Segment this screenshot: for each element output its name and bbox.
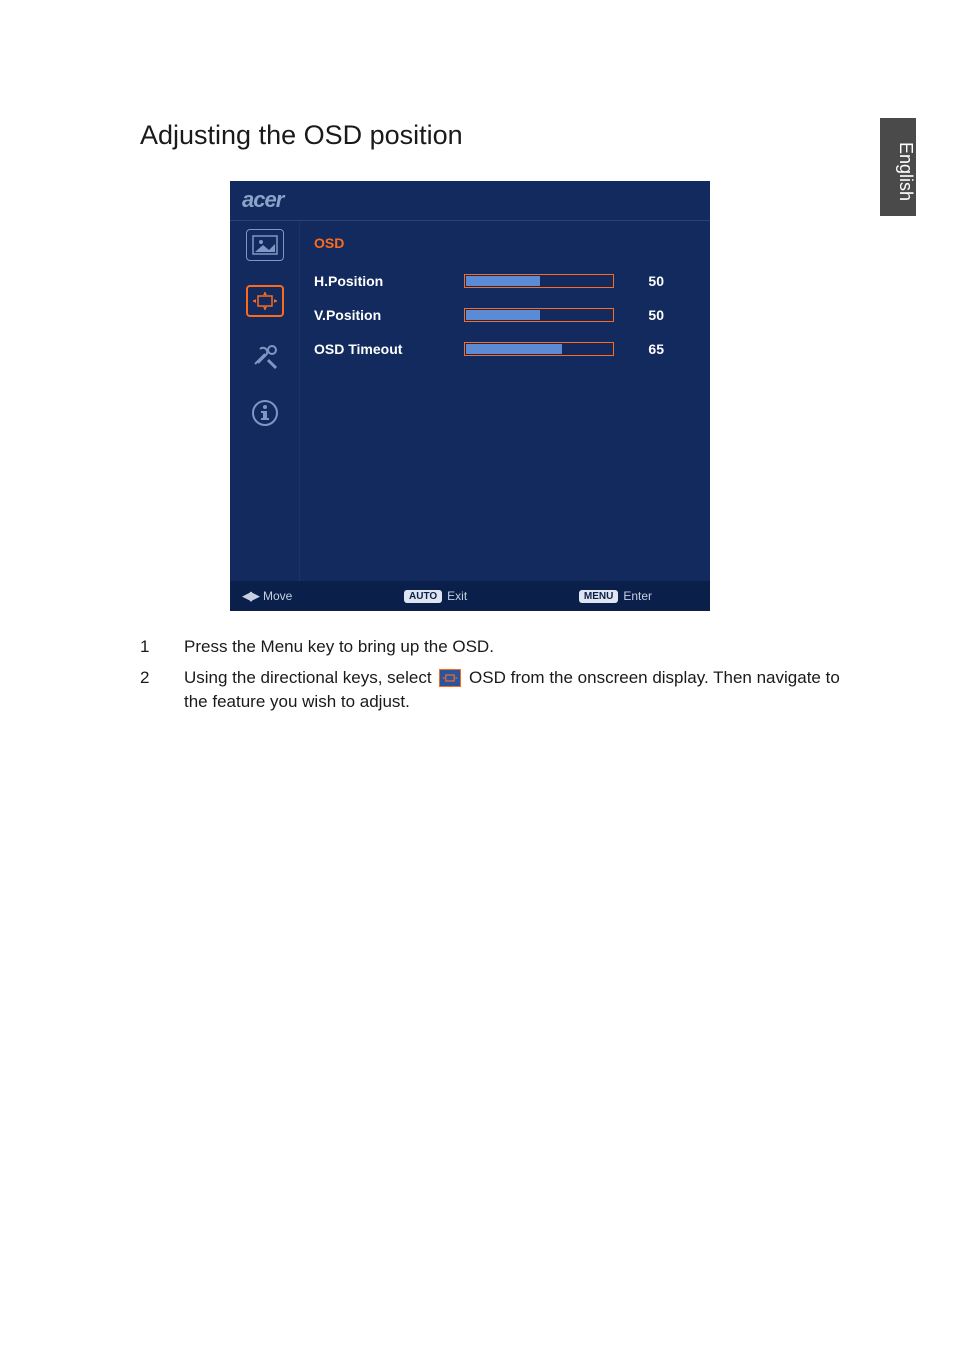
osd-footer: ◀▶ Move AUTO Exit MENU Enter (230, 581, 710, 611)
menu-pill: MENU (579, 590, 618, 603)
step-number: 2 (140, 666, 184, 715)
osd-body: OSD H.Position 50 V.Position 50 OSD Time… (230, 221, 710, 581)
page-title: Adjusting the OSD position (140, 120, 840, 151)
slider[interactable] (464, 274, 614, 288)
brand-logo: acer (242, 187, 283, 212)
exit-label: Exit (447, 589, 467, 603)
slider[interactable] (464, 308, 614, 322)
step-text: Press the Menu key to bring up the OSD. (184, 635, 840, 660)
picture-icon[interactable] (246, 229, 284, 261)
tools-icon[interactable] (246, 341, 284, 373)
left-right-arrows-icon: ◀▶ (242, 588, 258, 604)
instruction-step: 1 Press the Menu key to bring up the OSD… (140, 635, 840, 660)
osd-position-inline-icon (439, 669, 461, 687)
slider[interactable] (464, 342, 614, 356)
osd-position-icon[interactable] (246, 285, 284, 317)
setting-value: 50 (614, 307, 664, 323)
setting-label: OSD Timeout (314, 341, 464, 357)
footer-enter: MENU Enter (579, 589, 652, 603)
enter-label: Enter (623, 589, 652, 603)
osd-window: acer OSD H.Position (230, 181, 710, 611)
osd-header: acer (230, 181, 710, 221)
setting-label: H.Position (314, 273, 464, 289)
setting-row-osdtimeout[interactable]: OSD Timeout 65 (314, 341, 692, 357)
page-content: Adjusting the OSD position acer (140, 120, 840, 721)
osd-content: OSD H.Position 50 V.Position 50 OSD Time… (300, 221, 710, 581)
setting-value: 50 (614, 273, 664, 289)
step-text: Using the directional keys, select OSD f… (184, 666, 840, 715)
footer-move: ◀▶ Move (242, 588, 292, 604)
footer-exit: AUTO Exit (404, 589, 467, 603)
language-tab: English (880, 118, 916, 216)
instruction-step: 2 Using the directional keys, select OSD… (140, 666, 840, 715)
osd-sidebar (230, 221, 300, 581)
setting-row-vposition[interactable]: V.Position 50 (314, 307, 692, 323)
setting-row-hposition[interactable]: H.Position 50 (314, 273, 692, 289)
instructions: 1 Press the Menu key to bring up the OSD… (140, 635, 840, 715)
setting-value: 65 (614, 341, 664, 357)
info-icon[interactable] (246, 397, 284, 429)
osd-menu-title: OSD (314, 235, 692, 251)
step-number: 1 (140, 635, 184, 660)
move-label: Move (263, 589, 292, 603)
auto-pill: AUTO (404, 590, 442, 603)
setting-label: V.Position (314, 307, 464, 323)
